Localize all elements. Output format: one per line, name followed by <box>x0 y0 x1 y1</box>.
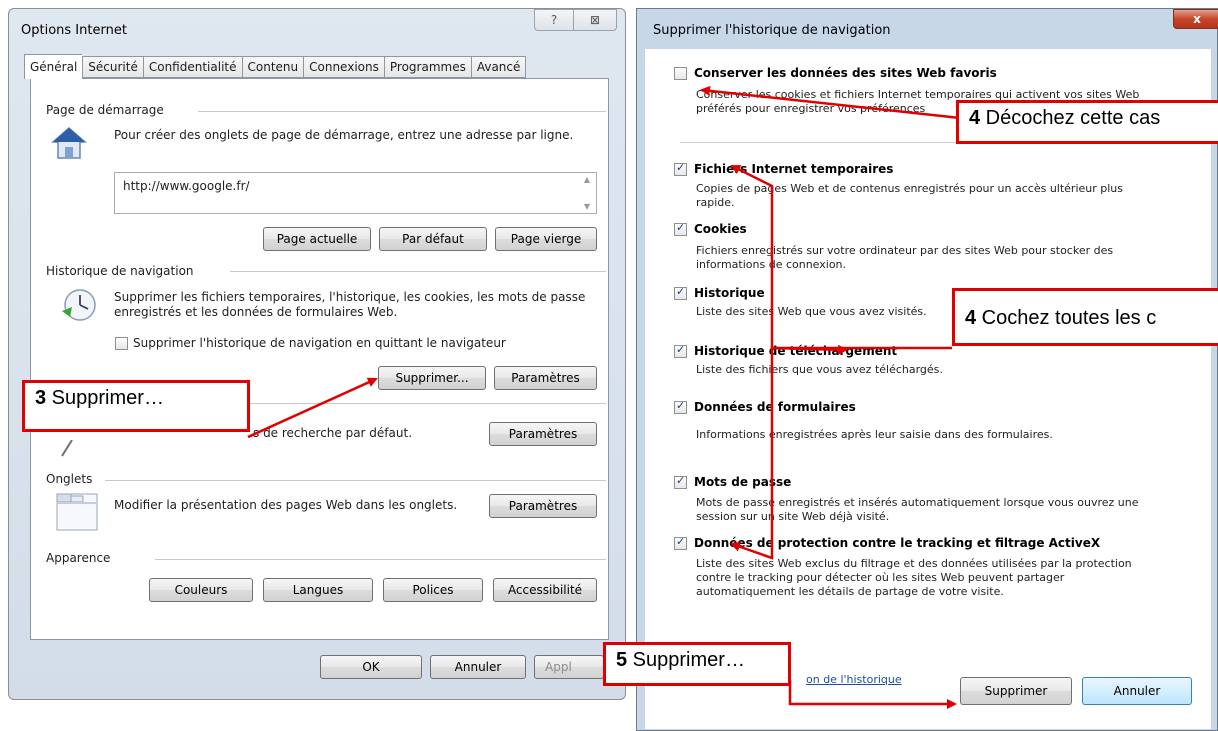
step3-text: Supprimer… <box>46 387 164 409</box>
step4a-text: Décochez cette cas <box>980 107 1161 129</box>
step3-number: 3 <box>35 387 47 409</box>
step4b-number: 4 <box>965 307 977 329</box>
step5-text: Supprimer… <box>627 649 745 671</box>
step3-arrow <box>247 377 378 439</box>
step4b-text: Cochez toutes les c <box>976 307 1157 329</box>
step4b-bracket-bottom <box>730 348 774 560</box>
step3-callout: 3 Supprimer… <box>22 380 250 432</box>
step5-arrow <box>788 680 957 709</box>
step4a-number: 4 <box>969 107 981 129</box>
step4b-bracket-top <box>730 164 952 350</box>
tab-general[interactable]: Général <box>24 54 83 79</box>
step5-callout: 5 Supprimer… <box>603 642 791 686</box>
step4a-arrow <box>700 85 961 120</box>
step4a-callout: 4 Décochez cette cas <box>956 100 1218 144</box>
step4b-callout: 4 Cochez toutes les c <box>952 288 1218 346</box>
step5-number: 5 <box>616 649 628 671</box>
